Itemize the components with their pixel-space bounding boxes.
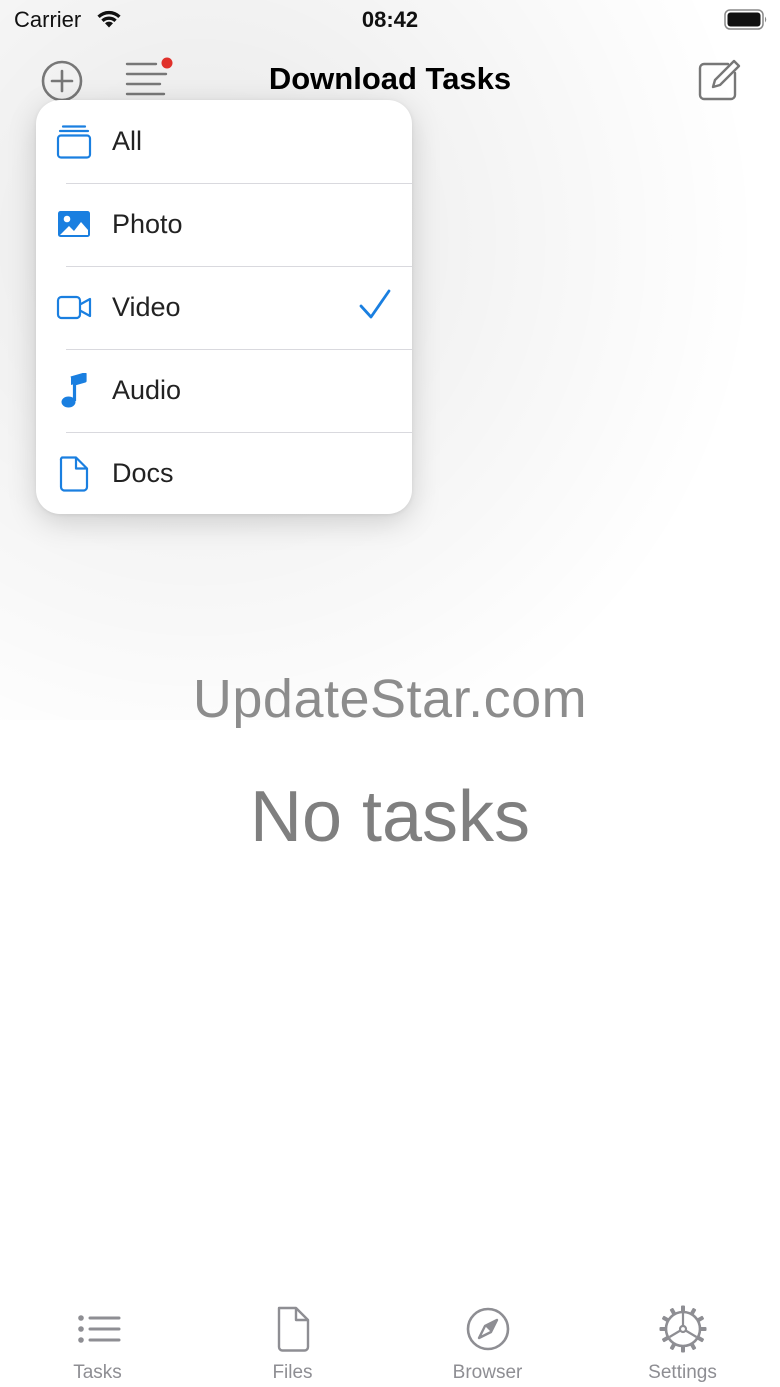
battery-icon	[724, 9, 767, 30]
checkmark-icon	[359, 289, 391, 319]
music-note-icon	[61, 373, 87, 408]
video-icon	[56, 295, 92, 320]
compass-icon	[466, 1307, 510, 1351]
menu-item-docs[interactable]: Docs	[36, 432, 412, 514]
tab-browser[interactable]: Browser	[390, 1290, 585, 1387]
status-bar: Carrier 08:42	[0, 0, 780, 40]
empty-state-message: No tasks	[249, 777, 531, 857]
tab-settings[interactable]: Settings	[585, 1290, 780, 1387]
compose-icon[interactable]	[696, 57, 742, 103]
tab-label: Browser	[452, 1362, 523, 1383]
menu-item-label: Video	[112, 292, 181, 322]
menu-item-video[interactable]: Video	[36, 266, 412, 349]
list-icon	[78, 1315, 121, 1343]
menu-item-label: Docs	[112, 458, 174, 488]
tab-label: Settings	[648, 1362, 717, 1383]
stack-icon	[56, 125, 92, 159]
watermark-text: UpdateStar.com	[192, 669, 588, 729]
menu-item-photo[interactable]: Photo	[36, 183, 412, 266]
menu-item-audio[interactable]: Audio	[36, 349, 412, 432]
photo-icon	[58, 211, 90, 237]
file-icon	[277, 1306, 310, 1352]
tab-label: Files	[272, 1362, 313, 1383]
page-title: Download Tasks	[268, 61, 512, 96]
filter-dropdown-menu: All Photo Video Audio Docs	[36, 100, 412, 514]
document-icon	[59, 456, 89, 492]
clock: 08:42	[361, 7, 419, 32]
menu-item-all[interactable]: All	[36, 100, 412, 183]
tab-bar: Tasks Files Browser Settings	[0, 1290, 780, 1387]
tab-files[interactable]: Files	[195, 1290, 390, 1387]
menu-item-label: Photo	[112, 209, 183, 239]
gear-icon	[659, 1305, 707, 1353]
tab-tasks[interactable]: Tasks	[0, 1290, 195, 1387]
menu-item-label: Audio	[112, 375, 182, 405]
menu-item-label: All	[112, 126, 143, 156]
tab-label: Tasks	[73, 1362, 122, 1383]
